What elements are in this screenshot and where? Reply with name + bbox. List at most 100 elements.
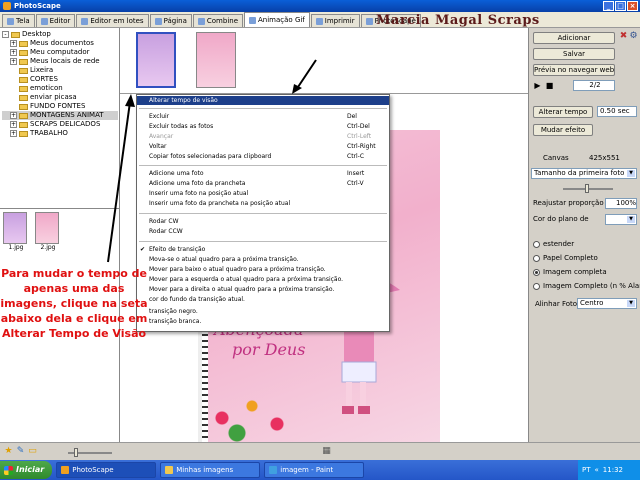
tray-chevron-icon[interactable]: « (595, 460, 599, 480)
folder-icon (19, 85, 28, 92)
thumb-image (3, 212, 27, 244)
web-preview-button[interactable]: Prévia no navegar web (533, 64, 615, 76)
menu-adicione-foto[interactable]: Adicione uma foto Insert (137, 169, 389, 178)
menu-voltar[interactable]: Voltar Ctrl-Right (137, 142, 389, 151)
menu-alterar-tempo[interactable]: Alterar tempo de visão (137, 96, 389, 105)
menu-separator (139, 241, 387, 242)
star-icon[interactable]: ★ (4, 447, 13, 456)
slider-knob[interactable] (585, 184, 589, 193)
change-time-button[interactable]: Alterar tempo (533, 106, 593, 118)
menu-transicao-baixo[interactable]: Mover para baixo o atual quadro para a p… (137, 265, 389, 274)
add-button[interactable]: Adicionar (533, 32, 615, 44)
close-button[interactable]: × (627, 1, 638, 11)
app-icon (3, 2, 11, 10)
tab-animacao-gif[interactable]: Animação Gif (244, 12, 310, 27)
stop-icon[interactable]: ■ (545, 81, 554, 90)
folder-icon (165, 466, 174, 474)
radio-dot[interactable] (533, 282, 540, 290)
annotation-text: Para mudar o tempo de apenas uma das ima… (0, 267, 148, 340)
language-indicator[interactable]: PT (582, 460, 591, 480)
start-button[interactable]: Iniciar (0, 461, 53, 479)
menu-inserir-foto[interactable]: Inserir uma foto na posição atual (137, 189, 389, 198)
menu-transicao-direita[interactable]: Mover para a direita o atual quadro para… (137, 285, 389, 294)
settings-icon[interactable]: ⚙ (629, 32, 638, 41)
thumb-size-slider[interactable] (68, 448, 112, 457)
folder-icon (11, 31, 20, 38)
folder-icon (19, 76, 28, 83)
task-photoscape[interactable]: PhotoScape (56, 462, 157, 478)
menu-transicao-negro[interactable]: transição negro. (137, 307, 389, 316)
menu-efeito-transicao[interactable]: ✔ Efeito de transição (137, 245, 389, 254)
menu-transicao-branca[interactable]: transição branca. (137, 317, 389, 326)
align-select[interactable]: Centro (577, 298, 637, 309)
menu-transicao-esquerda[interactable]: Mover para a esquerda o atual quadro par… (137, 275, 389, 284)
tree-item-lixeira[interactable]: Lixeira (2, 66, 118, 75)
menu-transicao-cor-fundo[interactable]: cor do fundo da transição atual. (137, 295, 389, 304)
tab-tela[interactable]: Tela (2, 14, 35, 27)
menu-excluir-todas[interactable]: Excluir todas as fotos Ctrl-Del (137, 122, 389, 131)
radio-imagem-completa[interactable]: Imagem completa (533, 268, 607, 276)
frame-thumb-2[interactable] (196, 32, 236, 88)
menu-transicao-mova[interactable]: Mova-se o atual quadro para a próxima tr… (137, 255, 389, 264)
task-paint[interactable]: imagem - Paint (264, 462, 365, 478)
maximize-button[interactable]: □ (615, 1, 626, 11)
menu-rodar-ccw[interactable]: Rodar CCW (137, 227, 389, 236)
recycle-bin-icon (19, 67, 28, 74)
editor-icon (40, 17, 48, 25)
tree-item-meus-documentos[interactable]: + Meus documentos (2, 39, 118, 48)
canvas-size-select[interactable]: Tamanho da primeira foto (531, 168, 637, 179)
network-icon (19, 58, 28, 65)
photoscape-icon (365, 17, 373, 25)
brand-watermark: Marcia Magal Scraps (376, 13, 540, 28)
tree-item-meus-locais-de-rede[interactable]: + Meus locais de rede (2, 57, 118, 66)
folder-icon (19, 103, 28, 110)
checker-icon: ▦ (322, 446, 331, 456)
bgcolor-picker[interactable] (605, 214, 637, 225)
resize-input[interactable]: 100% (605, 198, 637, 209)
tab-editor-em-lotes[interactable]: Editor em lotes (76, 14, 149, 27)
tools-icon[interactable]: ✎ (16, 447, 25, 456)
resize-label: Reajustar proporção (533, 199, 604, 207)
save-button[interactable]: Salvar (533, 48, 615, 60)
canvas-label: Canvas (543, 154, 569, 162)
tree-item-cortes[interactable]: CORTES (2, 75, 118, 84)
time-value[interactable]: 0.50 sec (597, 106, 637, 117)
folder-icon (19, 121, 28, 128)
photoscape-icon (61, 466, 70, 474)
tab-combine[interactable]: Combine (192, 14, 244, 27)
change-effect-button[interactable]: Mudar efeito (533, 124, 593, 136)
minimize-button[interactable]: _ (603, 1, 614, 11)
radio-estender[interactable]: estender (533, 240, 574, 248)
tab-imprimir[interactable]: Imprimir (310, 14, 360, 27)
play-icon[interactable]: ▶ (533, 81, 542, 90)
menu-rodar-cw[interactable]: Rodar CW (137, 217, 389, 226)
menu-excluir[interactable]: Excluir Del (137, 112, 389, 121)
radio-dot[interactable] (533, 268, 540, 276)
tab-editor[interactable]: Editor (35, 14, 76, 27)
folder-open-icon[interactable]: ▭ (28, 447, 37, 456)
radio-papel-completo[interactable]: Papel Completo (533, 254, 598, 262)
canvas-slider[interactable] (563, 184, 613, 193)
menu-adicione-prancheta[interactable]: Adicione uma foto da prancheta Ctrl-V (137, 179, 389, 188)
tree-item-meu-computador[interactable]: + Meu computador (2, 48, 118, 57)
slider-knob[interactable] (74, 448, 78, 457)
tree-item-desktop[interactable]: - Desktop (2, 30, 118, 39)
menu-avancar[interactable]: Avançar Ctrl-Left (137, 132, 389, 141)
align-label: Alinhar Foto (535, 300, 578, 308)
thumb-image (35, 212, 59, 244)
tab-pagina[interactable]: Página (149, 14, 192, 27)
menu-copiar[interactable]: Copiar fotos selecionadas para clipboard… (137, 152, 389, 161)
page-icon (154, 17, 162, 25)
radio-imagem-completo-pct[interactable]: Imagem Completo (n % Alarg (533, 282, 640, 290)
folder-icon (19, 40, 28, 47)
tela-icon (7, 17, 14, 25)
frame-thumb-1[interactable] (136, 32, 176, 88)
photoscape-window: PhotoScape _ □ × Tela Editor Editor em l… (0, 0, 640, 480)
delete-icon[interactable]: ✖ (619, 32, 628, 41)
computer-icon (19, 49, 28, 56)
menu-separator (139, 213, 387, 214)
menu-inserir-prancheta[interactable]: Inserir uma foto da prancheta na posição… (137, 199, 389, 208)
radio-dot[interactable] (533, 240, 540, 248)
task-minhas-imagens[interactable]: Minhas imagens (160, 462, 261, 478)
radio-dot[interactable] (533, 254, 540, 262)
